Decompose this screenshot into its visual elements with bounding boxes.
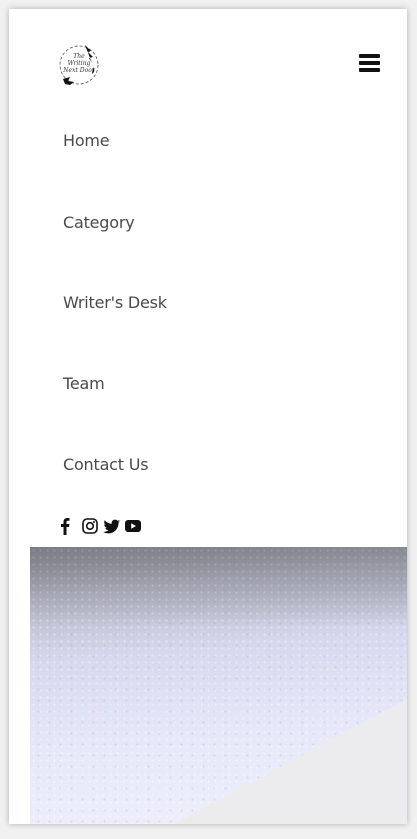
twitter-icon[interactable] (103, 517, 121, 535)
logo-line: The (73, 53, 85, 60)
logo[interactable]: The Writing Next Door (55, 41, 103, 89)
nav-item-contact-us[interactable]: Contact Us (63, 455, 149, 474)
logo-line: Next Door (63, 67, 95, 74)
social-links (60, 517, 180, 535)
hamburger-icon[interactable] (359, 54, 380, 72)
hero-image (30, 547, 407, 824)
facebook-icon[interactable] (60, 517, 78, 535)
logo-line: Writing (67, 60, 91, 67)
nav-item-category[interactable]: Category (63, 213, 135, 232)
hero-shadow (30, 547, 407, 627)
mobile-frame: The Writing Next Door Home Category Writ… (9, 9, 407, 824)
nav-item-team[interactable]: Team (63, 374, 105, 393)
instagram-icon[interactable] (81, 517, 99, 535)
header: The Writing Next Door (9, 9, 407, 119)
nav-item-writers-desk[interactable]: Writer's Desk (63, 293, 167, 312)
logo-text: The Writing Next Door (55, 53, 103, 74)
nav-item-home[interactable]: Home (63, 131, 110, 150)
youtube-icon[interactable] (124, 517, 142, 535)
